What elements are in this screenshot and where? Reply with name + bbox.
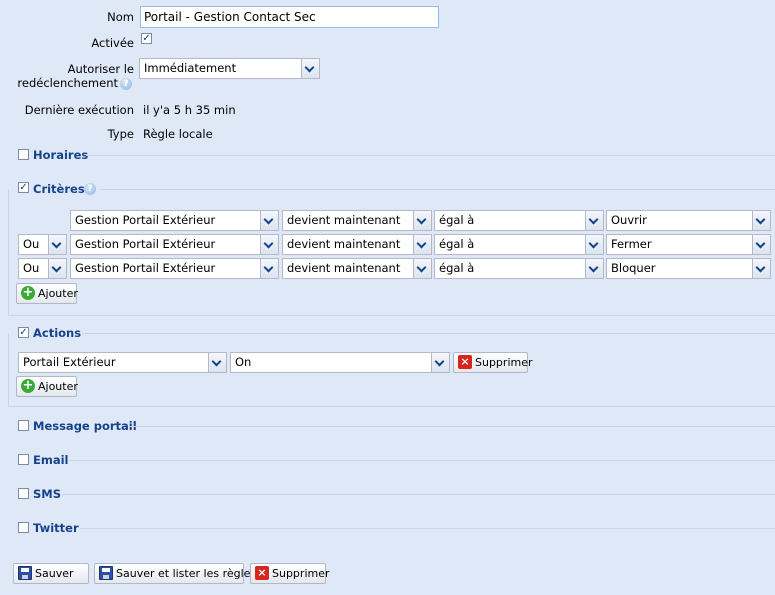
criteria-row2-condition-select[interactable]: devient maintenant (282, 234, 432, 255)
criteria-row3-device: Gestion Portail Extérieur (75, 261, 216, 275)
name-input[interactable]: Portail - Gestion Contact Sec (140, 6, 439, 28)
save-label: Sauver (35, 567, 74, 580)
sms-title[interactable]: SMS (33, 487, 61, 501)
criteria-row1-operator-select[interactable]: égal à (434, 210, 604, 231)
chevron-down-icon[interactable] (48, 235, 66, 254)
criteria-row2-value-select[interactable]: Fermer (606, 234, 771, 255)
retrigger-label-line2: redéclenchement (17, 76, 118, 90)
criteria-row1-value: Ouvrir (611, 213, 647, 227)
horaires-title[interactable]: Horaires (33, 148, 88, 162)
chevron-down-icon[interactable] (260, 235, 278, 254)
chevron-down-icon[interactable] (413, 235, 431, 254)
action-device: Portail Extérieur (23, 355, 116, 369)
chevron-down-icon[interactable] (413, 211, 431, 230)
actions-add-button[interactable]: + Ajouter (16, 376, 78, 397)
action-value-select[interactable]: On (230, 352, 450, 373)
chevron-down-icon[interactable] (585, 211, 603, 230)
save-button[interactable]: Sauver (13, 563, 89, 584)
twitter-divider (80, 528, 775, 529)
chevron-down-icon[interactable] (752, 259, 770, 278)
criteria-row2-device-select[interactable]: Gestion Portail Extérieur (70, 234, 279, 255)
chevron-down-icon[interactable] (585, 259, 603, 278)
criteria-row3-device-select[interactable]: Gestion Portail Extérieur (70, 258, 279, 279)
criteria-row3-logic-select[interactable]: Ou (18, 258, 67, 279)
retrigger-select[interactable]: Immédiatement (139, 58, 320, 79)
criteria-row3-condition: devient maintenant (287, 261, 401, 275)
criteria-row2-operator-select[interactable]: égal à (434, 234, 604, 255)
type-value: Règle locale (143, 127, 213, 141)
chevron-down-icon[interactable] (301, 59, 319, 78)
action-delete-label: Supprimer (475, 356, 533, 369)
message-title[interactable]: Message portail (33, 419, 137, 433)
delete-rule-button[interactable]: × Supprimer (250, 563, 330, 584)
last-run-label: Dernière exécution (24, 103, 134, 117)
twitter-title[interactable]: Twitter (33, 521, 79, 535)
enabled-checkbox[interactable]: ✓ (141, 33, 152, 44)
save-icon (18, 566, 32, 580)
message-divider (128, 426, 775, 427)
criteria-add-button[interactable]: + Ajouter (16, 283, 78, 304)
criteria-row1-device: Gestion Portail Extérieur (75, 213, 216, 227)
action-device-select[interactable]: Portail Extérieur (18, 352, 227, 373)
criteria-row3-condition-select[interactable]: devient maintenant (282, 258, 432, 279)
chevron-down-icon[interactable] (752, 235, 770, 254)
delete-icon: × (458, 355, 472, 369)
chevron-down-icon[interactable] (208, 353, 226, 372)
save-icon (99, 566, 113, 580)
delete-icon: × (255, 566, 269, 580)
criteria-row3-operator: égal à (439, 261, 475, 275)
actions-add-label: Ajouter (38, 380, 78, 393)
email-divider (70, 460, 775, 461)
chevron-down-icon[interactable] (413, 259, 431, 278)
criteria-row3-logic: Ou (23, 261, 40, 275)
criteria-row1-condition-select[interactable]: devient maintenant (282, 210, 432, 231)
criteria-row2-logic: Ou (23, 237, 40, 251)
criteria-row3-value: Bloquer (611, 261, 656, 275)
add-icon: + (21, 285, 35, 300)
chevron-down-icon[interactable] (260, 211, 278, 230)
sms-divider (62, 494, 775, 495)
criteria-row1-operator: égal à (439, 213, 475, 227)
retrigger-select-value: Immédiatement (144, 61, 237, 75)
last-run-value: il y'a 5 h 35 min (143, 103, 236, 117)
email-title[interactable]: Email (33, 453, 68, 467)
chevron-down-icon[interactable] (48, 259, 66, 278)
criteria-row2-condition: devient maintenant (287, 237, 401, 251)
action-value: On (235, 355, 252, 369)
email-checkbox[interactable] (18, 454, 29, 465)
criteria-row1-condition: devient maintenant (287, 213, 401, 227)
criteria-row2-logic-select[interactable]: Ou (18, 234, 67, 255)
criteria-row2-value: Fermer (611, 237, 652, 251)
delete-rule-label: Supprimer (272, 567, 330, 580)
action-delete-button[interactable]: × Supprimer (453, 352, 533, 373)
criteria-row3-value-select[interactable]: Bloquer (606, 258, 771, 279)
save-and-list-button[interactable]: Sauver et lister les règles (94, 563, 256, 584)
retrigger-help-icon[interactable]: ? (120, 78, 132, 90)
chevron-down-icon[interactable] (752, 211, 770, 230)
criteria-row2-device: Gestion Portail Extérieur (75, 237, 216, 251)
horaires-divider (86, 155, 775, 156)
chevron-down-icon[interactable] (585, 235, 603, 254)
message-checkbox[interactable] (18, 420, 29, 431)
horaires-checkbox[interactable] (18, 149, 29, 160)
criteria-row1-value-select[interactable]: Ouvrir (606, 210, 771, 231)
criteria-row1-device-select[interactable]: Gestion Portail Extérieur (70, 210, 279, 231)
chevron-down-icon[interactable] (260, 259, 278, 278)
criteria-row3-operator-select[interactable]: égal à (434, 258, 604, 279)
chevron-down-icon[interactable] (431, 353, 449, 372)
type-label: Type (107, 127, 134, 141)
add-icon: + (21, 378, 35, 393)
save-and-list-label: Sauver et lister les règles (116, 567, 257, 580)
twitter-checkbox[interactable] (18, 522, 29, 533)
enabled-label: Activée (91, 36, 134, 50)
sms-checkbox[interactable] (18, 488, 29, 499)
name-label: Nom (107, 10, 134, 24)
criteria-row2-operator: égal à (439, 237, 475, 251)
retrigger-label-line1: Autoriser le (67, 62, 134, 76)
criteria-add-label: Ajouter (38, 287, 78, 300)
